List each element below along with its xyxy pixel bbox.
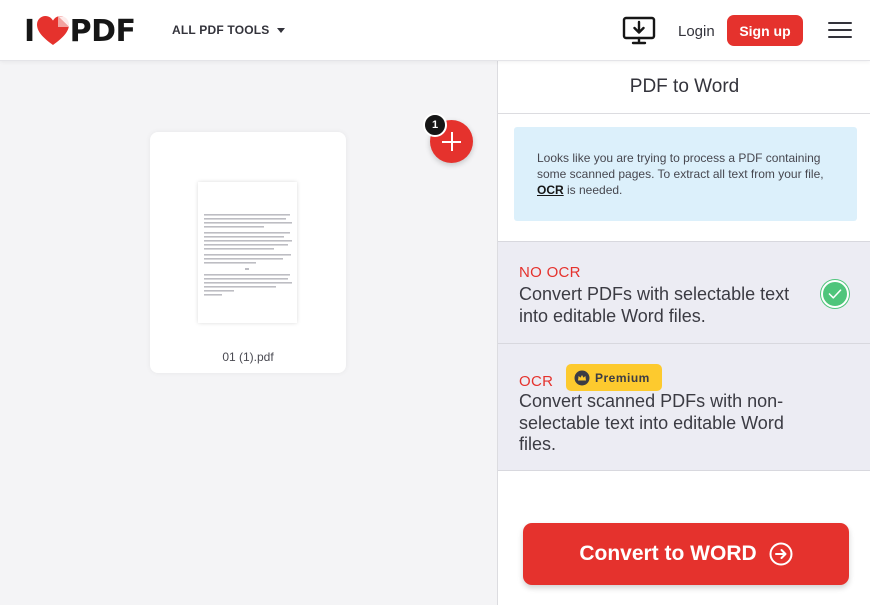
chevron-down-icon (276, 27, 285, 33)
option-ocr-title: OCR (519, 373, 554, 390)
file-workspace: 01 (1).pdf 1 (0, 61, 497, 605)
signup-button[interactable]: Sign up (727, 15, 803, 46)
file-card[interactable]: 01 (1).pdf (150, 132, 346, 373)
premium-badge: Premium (566, 364, 662, 391)
option-ocr-description: Convert scanned PDFs with non-selectable… (519, 391, 784, 454)
ocr-link[interactable]: OCR (537, 183, 564, 197)
premium-label: Premium (595, 370, 650, 385)
hamburger-line (828, 29, 852, 31)
hamburger-line (828, 22, 852, 24)
heart-logo-icon (36, 16, 69, 45)
ocr-info-notice: Looks like you are trying to process a P… (514, 127, 857, 221)
all-pdf-tools-label: ALL PDF TOOLS (172, 23, 270, 37)
hamburger-line (828, 36, 852, 38)
arrow-right-circle-icon (769, 542, 793, 566)
login-link[interactable]: Login (678, 23, 715, 40)
desktop-download-icon[interactable] (622, 16, 656, 46)
info-text-before: Looks like you are trying to process a P… (537, 151, 824, 181)
plus-icon-stem (450, 132, 453, 151)
info-text-after: is needed. (563, 183, 623, 197)
pdf-page-thumbnail (198, 182, 297, 323)
thumbnail-text-lines (204, 214, 292, 296)
check-circle-icon (821, 280, 849, 308)
logo-text-pdf: PDF (69, 13, 136, 49)
top-header: I PDF ALL PDF TOOLS Login Sign up (0, 0, 870, 61)
file-count-badge: 1 (423, 113, 447, 137)
option-no-ocr-description: Convert PDFs with selectable text into e… (519, 284, 790, 326)
logo-text-i: I (24, 13, 35, 49)
option-no-ocr[interactable]: NO OCR Convert PDFs with selectable text… (498, 241, 870, 343)
file-name-label: 01 (1).pdf (222, 350, 274, 364)
convert-button-label: Convert to WORD (579, 542, 757, 565)
hamburger-menu-icon[interactable] (828, 22, 852, 40)
tool-title: PDF to Word (498, 61, 870, 114)
option-no-ocr-title: NO OCR (519, 264, 581, 281)
option-ocr[interactable]: OCR Premium Convert scanned PDFs with no… (498, 343, 870, 471)
tool-options-sidebar: PDF to Word Looks like you are trying to… (497, 61, 870, 605)
convert-to-word-button[interactable]: Convert to WORD (523, 523, 849, 585)
all-pdf-tools-menu[interactable]: ALL PDF TOOLS (172, 23, 285, 37)
ilovepdf-logo[interactable]: I PDF (24, 13, 136, 49)
crown-icon (574, 370, 590, 385)
